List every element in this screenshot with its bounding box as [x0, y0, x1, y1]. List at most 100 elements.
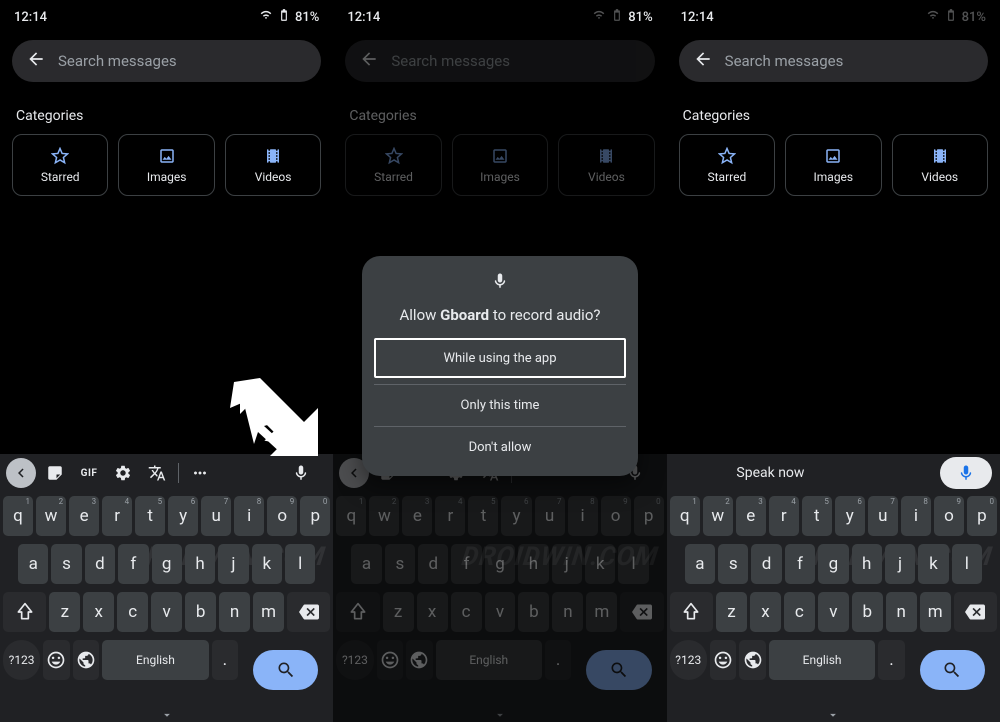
key-k[interactable]: k [585, 544, 615, 584]
allow-while-using-button[interactable]: While using the app [374, 338, 626, 378]
key-n[interactable]: n [886, 592, 917, 632]
key-h[interactable]: h [852, 544, 882, 584]
key-y[interactable]: y6 [835, 496, 865, 536]
key-b[interactable]: b [185, 592, 216, 632]
mic-button-active[interactable] [940, 457, 992, 489]
category-starred[interactable]: Starred [12, 134, 108, 196]
key-p[interactable]: p0 [967, 496, 997, 536]
key-v[interactable]: v [485, 592, 516, 632]
only-this-time-button[interactable]: Only this time [374, 384, 626, 426]
category-images[interactable]: Images [785, 134, 881, 196]
key-x[interactable]: x [417, 592, 448, 632]
key-f[interactable]: f [451, 544, 481, 584]
back-icon[interactable] [359, 49, 379, 73]
key-s[interactable]: s [718, 544, 748, 584]
space-key[interactable]: English [769, 640, 875, 680]
key-f[interactable]: f [118, 544, 148, 584]
key-z[interactable]: z [716, 592, 747, 632]
backspace-key[interactable] [954, 592, 997, 632]
category-starred[interactable]: Starred [679, 134, 775, 196]
key-w[interactable]: w2 [369, 496, 399, 536]
gear-icon[interactable] [108, 458, 138, 488]
key-j[interactable]: j [885, 544, 915, 584]
key-e[interactable]: e3 [69, 496, 99, 536]
back-icon[interactable] [693, 49, 713, 73]
period-key[interactable]: . [212, 640, 239, 680]
translate-icon[interactable] [142, 458, 172, 488]
key-u[interactable]: u7 [535, 496, 565, 536]
key-c[interactable]: c [117, 592, 148, 632]
key-b[interactable]: b [852, 592, 883, 632]
key-h[interactable]: h [185, 544, 215, 584]
key-z[interactable]: z [49, 592, 80, 632]
chevron-left-icon[interactable] [6, 458, 36, 488]
key-l[interactable]: l [285, 544, 315, 584]
key-p[interactable]: p0 [300, 496, 330, 536]
symbols-key[interactable]: ?123 [336, 640, 373, 680]
period-key[interactable]: . [878, 640, 905, 680]
key-x[interactable]: x [750, 592, 781, 632]
gif-button[interactable]: GIF [74, 458, 104, 488]
key-q[interactable]: q1 [336, 496, 366, 536]
key-k[interactable]: k [918, 544, 948, 584]
key-l[interactable]: l [618, 544, 648, 584]
search-key[interactable] [920, 650, 985, 690]
backspace-key[interactable] [620, 592, 663, 632]
category-images[interactable]: Images [452, 134, 548, 196]
more-icon[interactable] [185, 458, 215, 488]
key-o[interactable]: o9 [934, 496, 964, 536]
search-key[interactable] [253, 650, 318, 690]
key-e[interactable]: e3 [402, 496, 432, 536]
key-i[interactable]: i8 [568, 496, 598, 536]
space-key[interactable]: English [436, 640, 542, 680]
key-a[interactable]: a [18, 544, 48, 584]
key-c[interactable]: c [784, 592, 815, 632]
key-s[interactable]: s [385, 544, 415, 584]
emoji-key[interactable] [43, 640, 70, 680]
backspace-key[interactable] [287, 592, 330, 632]
space-key[interactable]: English [102, 640, 208, 680]
key-o[interactable]: o9 [601, 496, 631, 536]
category-videos[interactable]: Videos [558, 134, 654, 196]
category-videos[interactable]: Videos [225, 134, 321, 196]
dont-allow-button[interactable]: Don't allow [374, 426, 626, 468]
globe-key[interactable] [73, 640, 100, 680]
key-a[interactable]: a [685, 544, 715, 584]
key-x[interactable]: x [83, 592, 114, 632]
period-key[interactable]: . [545, 640, 572, 680]
key-w[interactable]: w2 [36, 496, 66, 536]
shift-key[interactable] [3, 592, 46, 632]
key-w[interactable]: w2 [703, 496, 733, 536]
key-y[interactable]: y6 [501, 496, 531, 536]
search-key[interactable] [586, 650, 651, 690]
emoji-key[interactable] [377, 640, 404, 680]
key-m[interactable]: m [253, 592, 284, 632]
key-n[interactable]: n [219, 592, 250, 632]
emoji-key[interactable] [710, 640, 737, 680]
key-t[interactable]: t5 [468, 496, 498, 536]
key-s[interactable]: s [51, 544, 81, 584]
key-h[interactable]: h [518, 544, 548, 584]
search-bar[interactable]: Search messages [345, 40, 654, 82]
key-d[interactable]: d [418, 544, 448, 584]
key-b[interactable]: b [518, 592, 549, 632]
key-q[interactable]: q1 [670, 496, 700, 536]
key-a[interactable]: a [351, 544, 381, 584]
key-l[interactable]: l [952, 544, 982, 584]
key-o[interactable]: o9 [267, 496, 297, 536]
key-e[interactable]: e3 [736, 496, 766, 536]
shift-key[interactable] [336, 592, 379, 632]
key-g[interactable]: g [818, 544, 848, 584]
key-m[interactable]: m [586, 592, 617, 632]
key-n[interactable]: n [552, 592, 583, 632]
key-v[interactable]: v [151, 592, 182, 632]
key-u[interactable]: u7 [201, 496, 231, 536]
back-icon[interactable] [26, 49, 46, 73]
key-i[interactable]: i8 [234, 496, 264, 536]
category-videos[interactable]: Videos [892, 134, 988, 196]
search-bar[interactable]: Search messages [679, 40, 988, 82]
key-j[interactable]: j [552, 544, 582, 584]
key-d[interactable]: d [751, 544, 781, 584]
sticker-icon[interactable] [40, 458, 70, 488]
key-u[interactable]: u7 [868, 496, 898, 536]
